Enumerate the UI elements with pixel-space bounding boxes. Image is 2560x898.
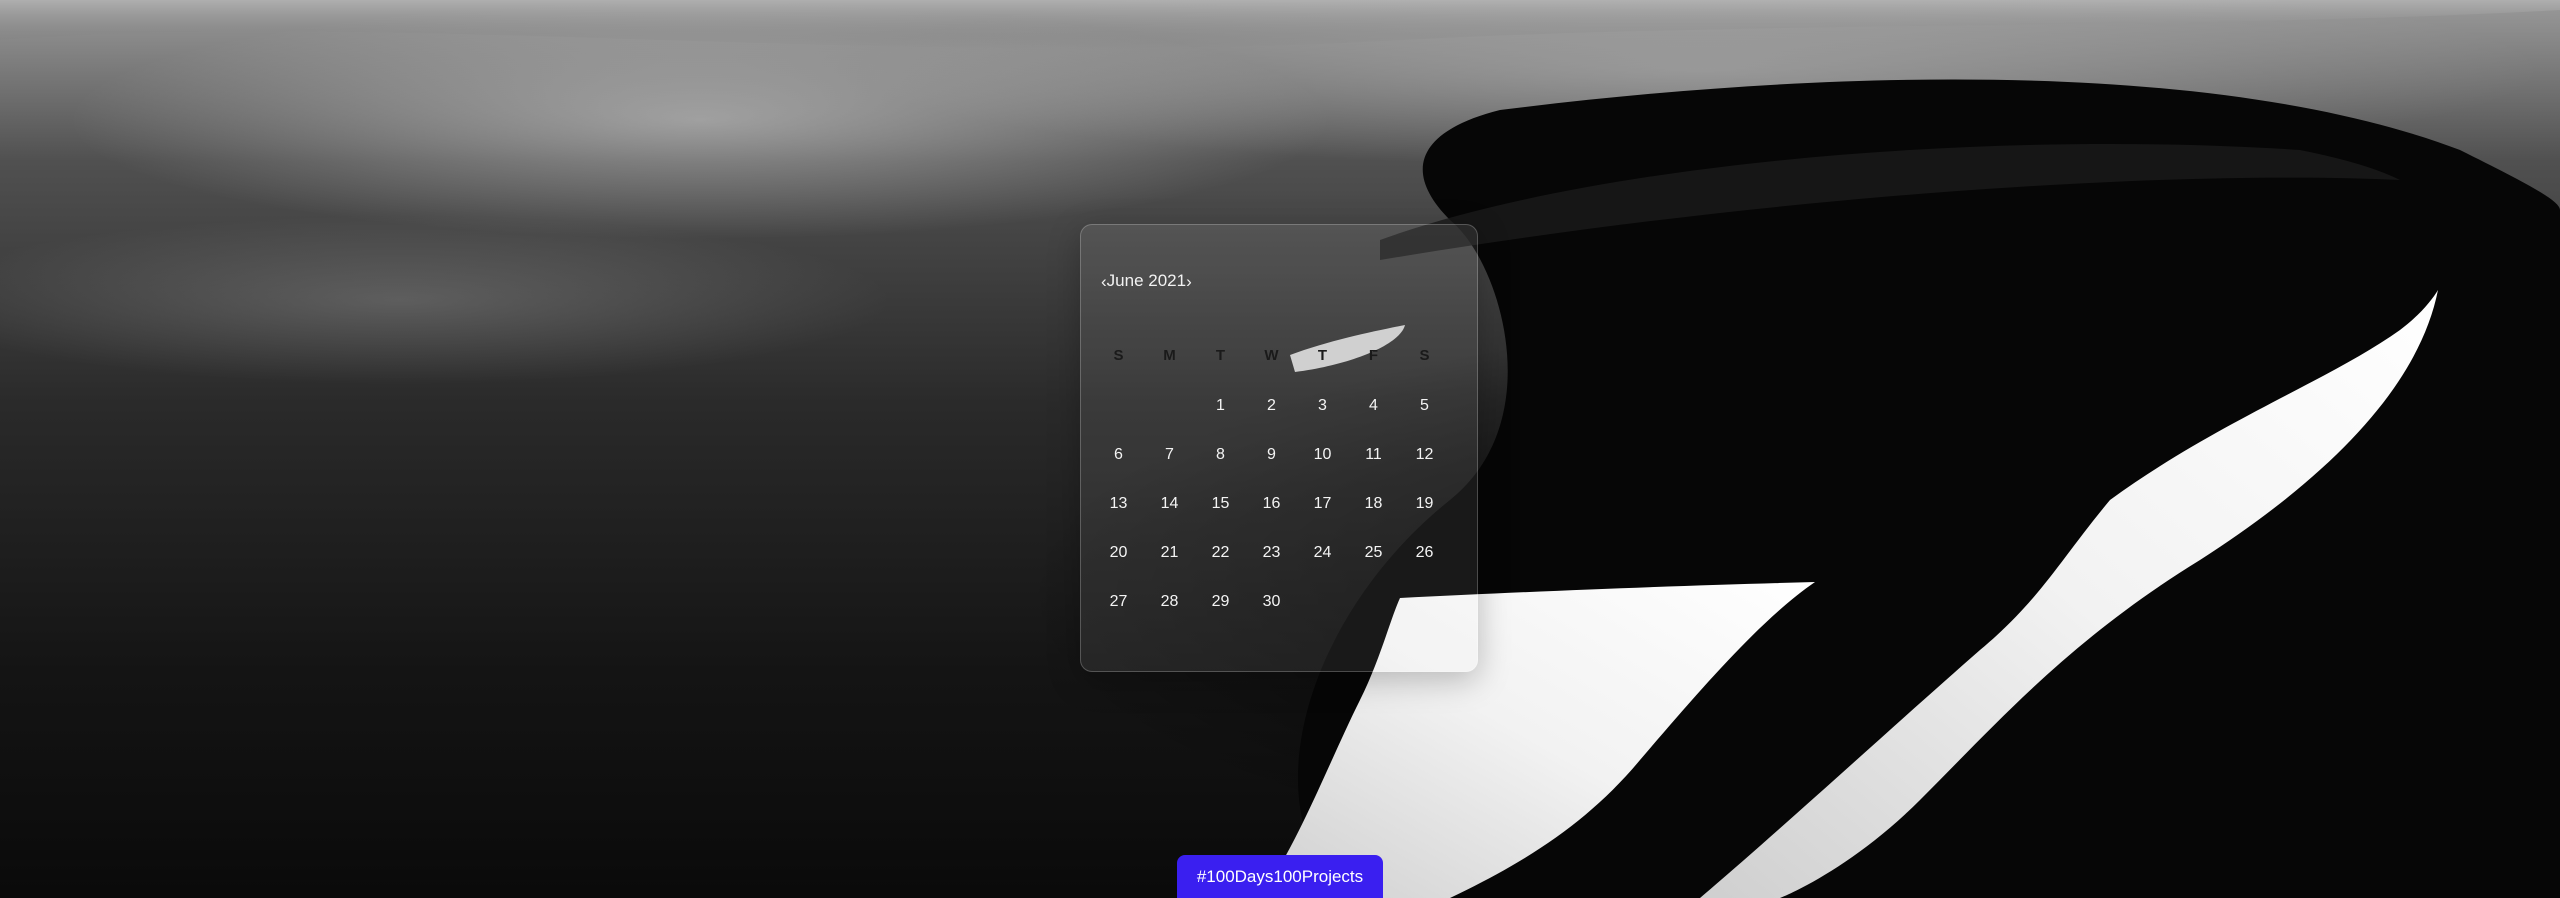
hashtag-badge[interactable]: #100Days100Projects (1177, 855, 1383, 898)
weekday-label: S (1113, 347, 1124, 364)
day-cell[interactable]: 14 (1144, 495, 1195, 544)
next-month-button[interactable]: › (1186, 273, 1192, 290)
day-cell[interactable]: 22 (1195, 544, 1246, 593)
day-cell[interactable]: 23 (1246, 544, 1297, 593)
day-cell[interactable]: 11 (1348, 446, 1399, 495)
day-cell[interactable]: 16 (1246, 495, 1297, 544)
day-cell[interactable]: 26 (1399, 544, 1450, 593)
day-cell[interactable]: 13 (1093, 495, 1144, 544)
day-cell[interactable]: 27 (1093, 593, 1144, 642)
day-cell[interactable]: 18 (1348, 495, 1399, 544)
day-cell[interactable]: 4 (1348, 397, 1399, 446)
weekday-row: S M T W T F S (1093, 347, 1471, 364)
day-cell[interactable]: 30 (1246, 593, 1297, 642)
day-cell-empty (1348, 593, 1399, 642)
days-grid: 1 2 3 4 5 6 7 8 9 10 11 12 13 14 15 16 17 18 19 20 21 22 23 24 2… (1093, 397, 1471, 642)
day-cell[interactable]: 8 (1195, 446, 1246, 495)
day-cell[interactable]: 20 (1093, 544, 1144, 593)
day-cell[interactable]: 7 (1144, 446, 1195, 495)
day-cell[interactable]: 10 (1297, 446, 1348, 495)
day-cell-empty (1399, 593, 1450, 642)
day-cell[interactable]: 2 (1246, 397, 1297, 446)
day-cell[interactable]: 3 (1297, 397, 1348, 446)
day-cell[interactable]: 24 (1297, 544, 1348, 593)
day-cell-empty (1144, 397, 1195, 446)
day-cell-empty (1093, 397, 1144, 446)
day-cell[interactable]: 1 (1195, 397, 1246, 446)
day-cell[interactable]: 29 (1195, 593, 1246, 642)
day-cell[interactable]: 19 (1399, 495, 1450, 544)
day-cell[interactable]: 9 (1246, 446, 1297, 495)
day-cell[interactable]: 21 (1144, 544, 1195, 593)
weekday-label: W (1264, 347, 1279, 364)
weekday-label: F (1368, 347, 1379, 364)
weekday-label: T (1317, 347, 1328, 364)
day-cell[interactable]: 6 (1093, 446, 1144, 495)
weekday-label: S (1419, 347, 1430, 364)
day-cell[interactable]: 28 (1144, 593, 1195, 642)
calendar-header: ‹ June 2021 › (1101, 269, 1192, 293)
day-cell[interactable]: 15 (1195, 495, 1246, 544)
weekday-label: M (1163, 347, 1176, 364)
day-cell[interactable]: 25 (1348, 544, 1399, 593)
month-year-label: June 2021 (1106, 271, 1187, 290)
day-cell-empty (1297, 593, 1348, 642)
weekday-label: T (1215, 347, 1226, 364)
day-cell[interactable]: 5 (1399, 397, 1450, 446)
calendar-widget: ‹ June 2021 › S M T W T F S 1 2 3 4 5 6 7 8 9 10 1… (1080, 224, 1478, 672)
day-cell[interactable]: 12 (1399, 446, 1450, 495)
day-cell[interactable]: 17 (1297, 495, 1348, 544)
